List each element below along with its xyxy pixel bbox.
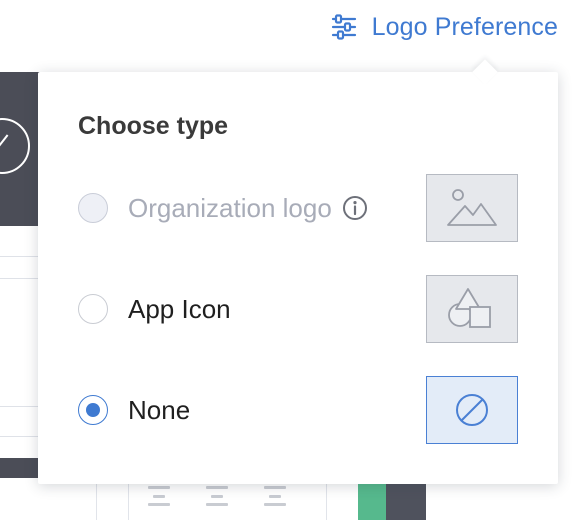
logo-preference-button[interactable]: Logo Preference	[330, 10, 558, 44]
organization-logo-radio	[78, 193, 108, 223]
background-column-divider	[128, 484, 129, 520]
none-radio[interactable]	[78, 395, 108, 425]
shapes-icon	[448, 288, 491, 328]
option-none[interactable]: None	[78, 376, 518, 444]
sliders-icon	[331, 14, 356, 40]
logo-preference-label: Logo Preference	[371, 12, 558, 41]
none-label[interactable]: None	[128, 395, 190, 426]
info-icon[interactable]	[342, 195, 368, 221]
option-organization-logo: Organization logo	[78, 174, 518, 242]
none-thumbnail[interactable]	[426, 376, 518, 444]
organization-logo-thumbnail	[426, 174, 518, 242]
background-column-divider	[96, 484, 97, 520]
app-icon-thumbnail[interactable]	[426, 275, 518, 343]
no-symbol-icon	[456, 394, 488, 426]
image-icon	[447, 189, 497, 226]
align-center-icon	[148, 486, 170, 506]
radio-selected-dot	[86, 403, 100, 417]
background-column-divider	[326, 484, 327, 520]
logo-type-popover: Choose type Organization logo App Icon N…	[38, 59, 558, 484]
background-green-block	[358, 484, 386, 520]
organization-logo-label: Organization logo	[128, 192, 332, 223]
app-icon-label[interactable]: App Icon	[128, 294, 231, 325]
option-app-icon[interactable]: App Icon	[78, 275, 518, 343]
app-icon-radio[interactable]	[78, 294, 108, 324]
align-center-icon	[264, 486, 286, 506]
popover-title: Choose type	[78, 112, 229, 140]
background-slate-block	[386, 484, 426, 520]
align-center-icon	[206, 486, 228, 506]
